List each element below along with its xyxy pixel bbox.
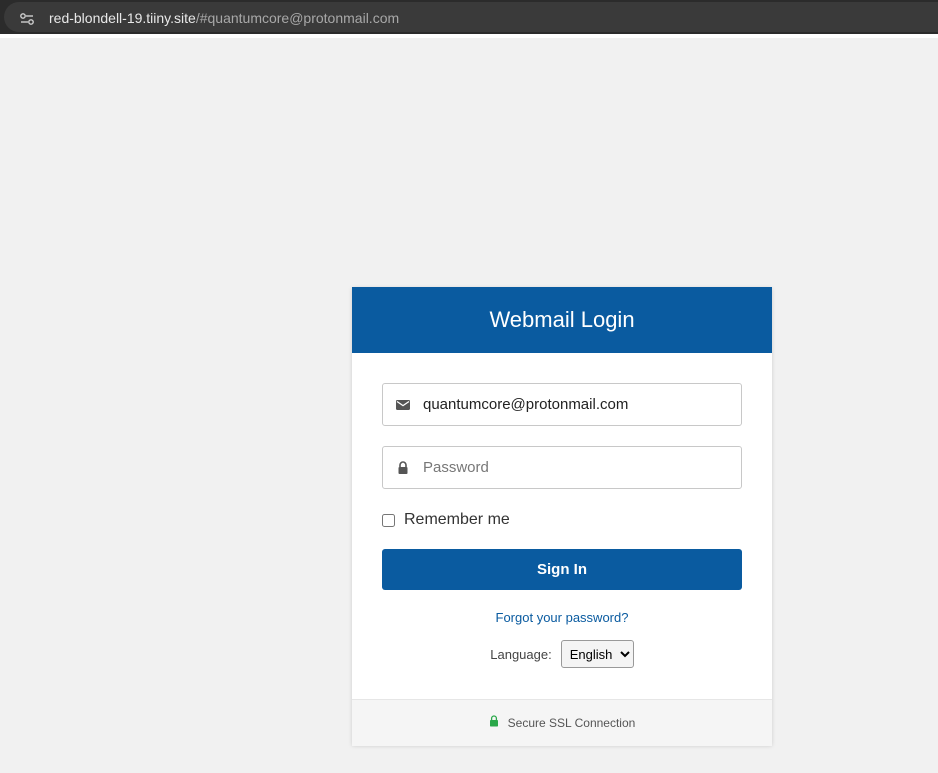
lock-icon <box>489 715 498 727</box>
url-text[interactable]: red-blondell-19.tiiny.site/#quantumcore@… <box>49 10 399 26</box>
sign-in-button[interactable]: Sign In <box>382 549 742 590</box>
email-field[interactable] <box>382 383 742 426</box>
language-label: Language: <box>490 646 552 662</box>
lock-icon <box>398 461 408 474</box>
login-card: Webmail Login Remember me Sign In Forgot… <box>352 287 772 746</box>
remember-me[interactable]: Remember me <box>382 511 510 529</box>
login-title: Webmail Login <box>352 287 772 353</box>
language-select[interactable]: English <box>560 640 634 668</box>
forgot-password-link[interactable]: Forgot your password? <box>352 610 772 625</box>
password-field[interactable] <box>382 446 742 489</box>
browser-address-bar: red-blondell-19.tiiny.site/#quantumcore@… <box>0 0 938 34</box>
secure-text: Secure SSL Connection <box>507 716 636 730</box>
remember-checkbox[interactable] <box>382 513 395 527</box>
password-input[interactable] <box>423 447 733 488</box>
url-field[interactable]: red-blondell-19.tiiny.site/#quantumcore@… <box>4 2 938 32</box>
secure-footer: Secure SSL Connection <box>352 699 772 746</box>
url-path: /#quantumcore@protonmail.com <box>195 10 400 26</box>
remember-label: Remember me <box>404 511 510 528</box>
email-input[interactable] <box>423 384 733 425</box>
toolbar-divider <box>0 34 938 38</box>
tune-icon[interactable] <box>19 11 35 27</box>
language-row: Language: English <box>352 640 772 668</box>
url-host: red-blondell-19.tiiny.site <box>49 10 196 26</box>
envelope-icon <box>396 400 410 410</box>
